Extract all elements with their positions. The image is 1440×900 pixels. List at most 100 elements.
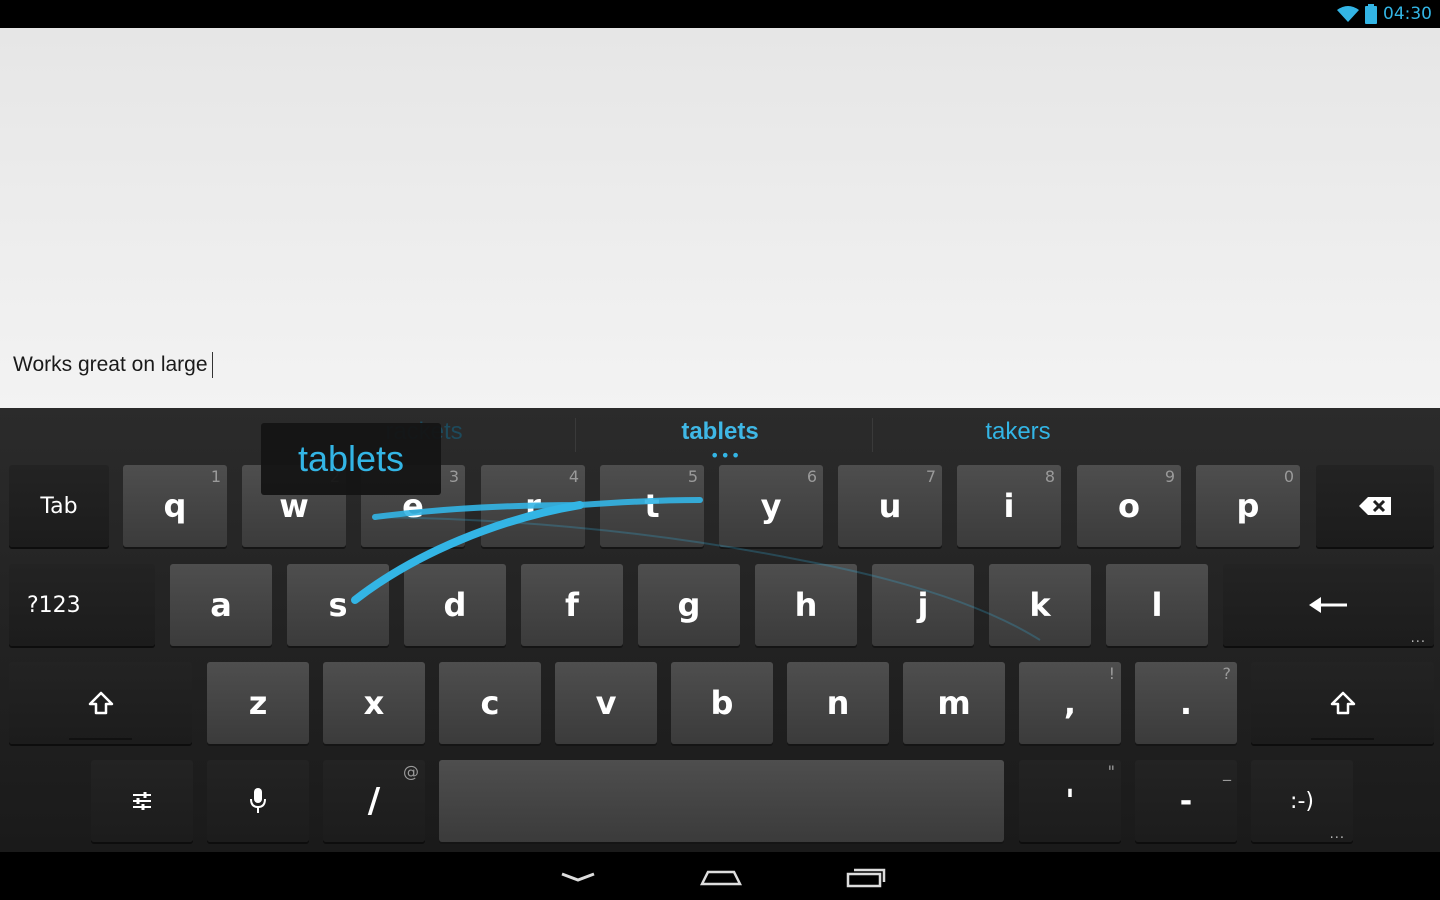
key-label: c <box>480 684 500 722</box>
enter-icon <box>1308 597 1347 613</box>
key-label: v <box>595 684 617 722</box>
tab-key-label: Tab <box>40 493 78 519</box>
shift-key-right[interactable] <box>1251 662 1434 744</box>
suggestion-right[interactable]: takers <box>985 418 1050 446</box>
key-t[interactable]: t5 <box>600 465 704 547</box>
key-hint: 7 <box>925 467 936 486</box>
shift-icon <box>1330 691 1355 715</box>
key-label: d <box>443 586 467 624</box>
settings-sliders-icon <box>133 792 151 810</box>
key-label: m <box>937 684 971 722</box>
text-editor[interactable]: Works great on large <box>0 28 1440 408</box>
key-s[interactable]: s <box>287 564 389 646</box>
key-label: s <box>328 586 348 624</box>
key-c[interactable]: c <box>439 662 541 744</box>
key-label: ' <box>1065 783 1075 819</box>
key-b[interactable]: b <box>671 662 773 744</box>
key-h[interactable]: h <box>755 564 857 646</box>
key-hint: 3 <box>448 467 459 486</box>
battery-icon <box>1365 4 1377 24</box>
key-hint: ! <box>1108 664 1115 683</box>
suggestion-center[interactable]: tablets <box>681 418 758 446</box>
key-u[interactable]: u7 <box>838 465 942 547</box>
recent-apps-icon[interactable] <box>846 860 888 890</box>
editor-text-line[interactable]: Works great on large <box>13 352 213 378</box>
key-dash[interactable]: - _ <box>1135 760 1237 842</box>
suggestion-divider <box>575 418 576 452</box>
key-f[interactable]: f <box>521 564 623 646</box>
navigation-bar <box>0 852 1440 900</box>
home-icon[interactable] <box>700 860 742 890</box>
key-apostrophe[interactable]: ' " <box>1019 760 1121 842</box>
key-d[interactable]: d <box>404 564 506 646</box>
shift-key-left[interactable] <box>9 662 192 744</box>
clock-time: 04:30 <box>1383 4 1432 24</box>
enter-more-indicator: ... <box>1410 631 1426 646</box>
backspace-icon <box>1359 497 1391 515</box>
key-q[interactable]: q1 <box>123 465 227 547</box>
key-label: z <box>248 684 268 722</box>
key-hint: 1 <box>210 467 221 486</box>
key-x[interactable]: x <box>323 662 425 744</box>
key-label: j <box>917 586 929 624</box>
key-p[interactable]: p0 <box>1196 465 1300 547</box>
key-hint: 0 <box>1283 467 1294 486</box>
key-v[interactable]: v <box>555 662 657 744</box>
key-y[interactable]: y6 <box>719 465 823 547</box>
key-k[interactable]: k <box>989 564 1091 646</box>
tab-key[interactable]: Tab <box>9 465 109 547</box>
microphone-icon <box>250 788 266 813</box>
shift-indicator <box>1311 738 1374 740</box>
smiley-key[interactable]: :-) ... <box>1251 760 1353 842</box>
key-label: f <box>565 586 579 624</box>
smiley-more-indicator: ... <box>1329 827 1345 842</box>
gesture-preview-popup: tablets <box>261 423 441 495</box>
key-j[interactable]: j <box>872 564 974 646</box>
key-label: h <box>794 586 818 624</box>
key-label: x <box>363 684 385 722</box>
shift-indicator <box>69 738 132 740</box>
text-cursor <box>211 352 213 378</box>
key-g[interactable]: g <box>638 564 740 646</box>
key-m[interactable]: m <box>903 662 1005 744</box>
more-suggestions-indicator[interactable]: ••• <box>710 446 741 465</box>
key-hint: @ <box>403 762 419 781</box>
key-comma[interactable]: ,! <box>1019 662 1121 744</box>
voice-input-key[interactable] <box>207 760 309 842</box>
key-label: :-) <box>1290 788 1314 814</box>
key-label: u <box>878 487 902 525</box>
key-hint: 5 <box>687 467 698 486</box>
wifi-icon <box>1337 6 1359 22</box>
key-z[interactable]: z <box>207 662 309 744</box>
key-label: o <box>1118 487 1140 525</box>
hide-keyboard-icon[interactable] <box>560 860 596 890</box>
shift-icon <box>88 691 113 715</box>
status-icons: 04:30 <box>1337 0 1432 28</box>
status-bar: 04:30 <box>0 0 1440 28</box>
key-label: a <box>210 586 232 624</box>
key-period[interactable]: .? <box>1135 662 1237 744</box>
editor-text: Works great on large <box>13 353 208 376</box>
key-o[interactable]: o9 <box>1077 465 1181 547</box>
key-i[interactable]: i8 <box>957 465 1061 547</box>
key-label: l <box>1151 586 1163 624</box>
key-a[interactable]: a <box>170 564 272 646</box>
key-hint: _ <box>1223 762 1231 781</box>
key-label: k <box>1029 586 1051 624</box>
key-l[interactable]: l <box>1106 564 1208 646</box>
key-hint: 4 <box>568 467 579 486</box>
key-n[interactable]: n <box>787 662 889 744</box>
key-slash[interactable]: / @ <box>323 760 425 842</box>
key-label: b <box>710 684 734 722</box>
key-label: y <box>760 487 782 525</box>
space-bar[interactable] <box>439 760 1004 842</box>
symbols-key[interactable]: ?123 <box>9 564 155 646</box>
key-hint: 8 <box>1044 467 1055 486</box>
key-label: . <box>1179 684 1193 722</box>
backspace-key[interactable] <box>1316 465 1434 547</box>
enter-key[interactable]: ... <box>1223 564 1434 646</box>
key-label: r <box>525 487 541 525</box>
key-r[interactable]: r4 <box>481 465 585 547</box>
key-label: g <box>677 586 701 624</box>
settings-key[interactable] <box>91 760 193 842</box>
